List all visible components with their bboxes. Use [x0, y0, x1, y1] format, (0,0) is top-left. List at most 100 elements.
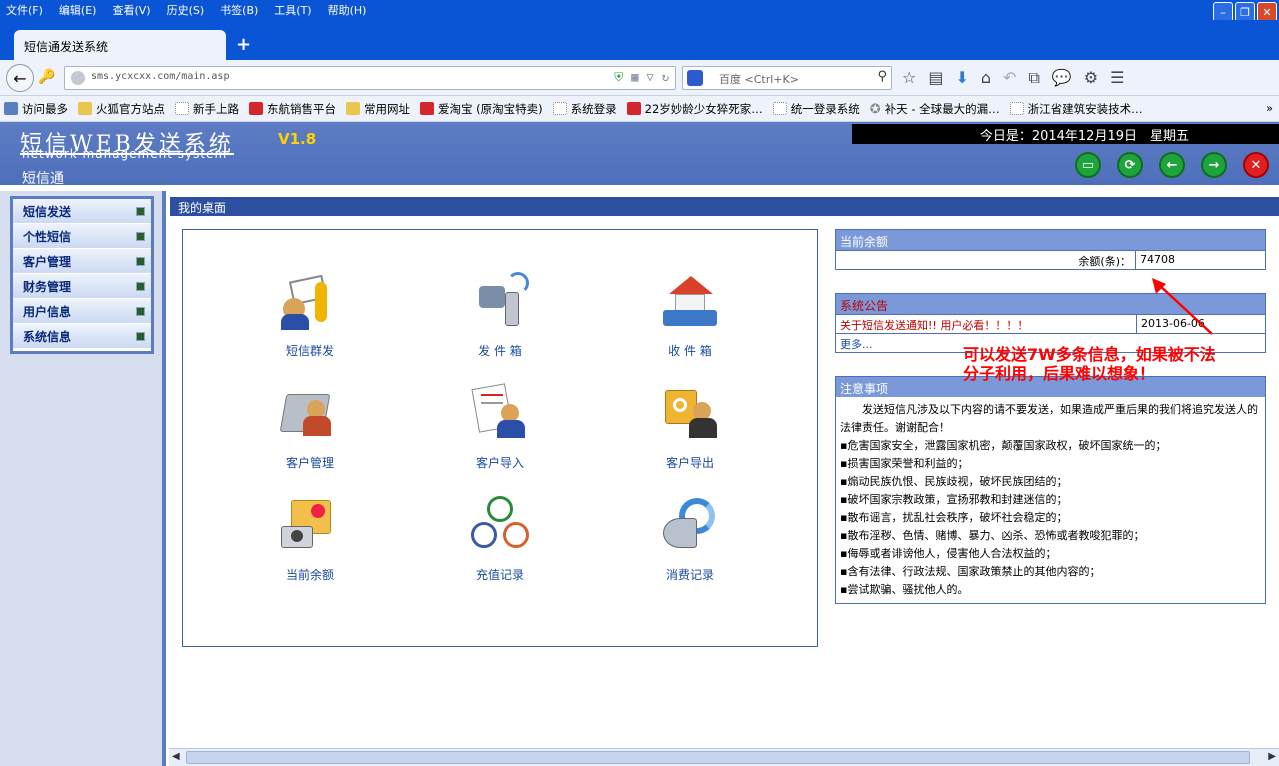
customer-folder-icon[interactable]: [279, 384, 339, 442]
maximize-button[interactable]: ❐: [1235, 2, 1255, 22]
bookmark-item[interactable]: 爱淘宝 (原淘宝特卖): [420, 101, 543, 117]
shield-icon[interactable]: ⛨: [614, 70, 623, 85]
desktop-shortcut-label[interactable]: 收 件 箱: [635, 342, 745, 359]
close-window-button[interactable]: ✕: [1257, 2, 1277, 22]
back-button[interactable]: ←: [6, 64, 34, 92]
notice-link[interactable]: 关于短信发送通知!! 用户必看！！！！: [836, 315, 1137, 333]
arrow-left-icon: ←: [13, 68, 27, 88]
balance-row: 余额(条)： 74708: [836, 250, 1265, 269]
desktop-shortcut[interactable]: 发 件 箱: [445, 272, 555, 359]
balance-value: 74708: [1140, 253, 1175, 266]
menu-view[interactable]: 查看(V): [112, 2, 150, 18]
menu-file[interactable]: 文件(F): [6, 2, 43, 18]
envelope-phone-icon[interactable]: [281, 272, 339, 330]
bookmark-label: 常用网址: [364, 101, 410, 116]
inbox-house-icon[interactable]: [661, 272, 719, 330]
sidebar-item[interactable]: 短信发送: [13, 199, 151, 224]
chat-icon[interactable]: 💬: [1052, 68, 1072, 88]
home-icon[interactable]: ⌂: [981, 68, 991, 88]
desktop-shortcut[interactable]: 消费记录: [635, 496, 745, 583]
more-link[interactable]: 更多...: [836, 334, 877, 352]
bookmark-item[interactable]: 系统登录: [552, 101, 617, 117]
camera-folder-icon[interactable]: [281, 496, 339, 554]
dropdown-icon[interactable]: ▽: [647, 70, 654, 85]
menu-tools[interactable]: 工具(T): [274, 2, 311, 18]
bookmark-item[interactable]: 新手上路: [175, 101, 239, 117]
forward-page-button[interactable]: →: [1201, 152, 1227, 178]
scroll-right-icon[interactable]: ▶: [1268, 751, 1276, 762]
reload-icon[interactable]: ↻: [662, 70, 669, 85]
new-tab-button[interactable]: +: [236, 34, 251, 55]
bookmark-item[interactable]: 常用网址: [346, 101, 410, 117]
menu-help[interactable]: 帮助(H): [328, 2, 367, 18]
sidebar-item[interactable]: 客户管理: [13, 249, 151, 274]
download-icon[interactable]: ⬇: [955, 68, 968, 88]
rule-item: ▪危害国家安全，泄露国家机密，颠覆国家政权，破坏国家统一的；: [840, 439, 1167, 452]
desktop-shortcut[interactable]: 短信群发: [255, 272, 365, 359]
ie-speaker-icon[interactable]: [661, 496, 719, 554]
desktop-shortcut-label[interactable]: 发 件 箱: [445, 342, 555, 359]
baidu-icon[interactable]: [687, 70, 703, 86]
sidebar-item[interactable]: 个性短信: [13, 224, 151, 249]
bookmarks-overflow-button[interactable]: »: [1266, 101, 1273, 115]
rules-intro: 发送短信凡涉及以下内容的请不要发送，如果造成严重后果的我们将追究发送人的法律责任…: [840, 403, 1258, 434]
bookmark-item[interactable]: 东航销售平台: [249, 101, 336, 117]
sidebar-item[interactable]: 财务管理: [13, 274, 151, 299]
scrollbar-thumb[interactable]: [186, 751, 1250, 764]
desktop-shortcut-label[interactable]: 客户导出: [635, 454, 745, 471]
qr-code-icon[interactable]: ▦: [631, 70, 638, 85]
expand-icon: [136, 331, 145, 341]
back-page-button[interactable]: ←: [1159, 152, 1185, 178]
desktop-shortcut[interactable]: 当前余额: [255, 496, 365, 583]
crop-icon[interactable]: ⧉: [1028, 68, 1039, 88]
bookmark-item[interactable]: ✪ 补天 - 全球最大的漏…: [870, 101, 1000, 118]
search-icon[interactable]: ⚲: [877, 69, 887, 84]
hamburger-menu-icon[interactable]: ☰: [1110, 68, 1124, 88]
desktop-shortcut-label[interactable]: 消费记录: [635, 566, 745, 583]
desktop-shortcut[interactable]: 客户导出: [635, 384, 745, 471]
desktop-shortcut-label[interactable]: 客户导入: [445, 454, 555, 471]
bookmark-item[interactable]: 火狐官方站点: [78, 101, 165, 117]
bookmark-item[interactable]: 浙江省建筑安装技术…: [1009, 101, 1143, 117]
customer-export-icon[interactable]: [661, 384, 719, 442]
customer-import-icon[interactable]: [471, 383, 529, 442]
rule-item: ▪损害国家荣誉和利益的；: [840, 457, 969, 470]
balance-panel: 当前余额 余额(条)： 74708: [835, 229, 1266, 270]
desktop-shortcut[interactable]: 收 件 箱: [635, 272, 745, 359]
exit-button[interactable]: ✕: [1243, 152, 1269, 178]
outbox-icon[interactable]: [471, 272, 529, 330]
sidebar-item[interactable]: 系统信息: [13, 324, 151, 349]
menu-history[interactable]: 历史(S): [167, 2, 205, 18]
extension-icon[interactable]: ⚙: [1084, 68, 1098, 88]
rule-item: ▪散布谣言，扰乱社会秩序，破坏社会稳定的；: [840, 511, 1068, 524]
menu-edit[interactable]: 编辑(E): [59, 2, 97, 18]
reader-icon[interactable]: ▤: [928, 68, 943, 88]
refresh-button[interactable]: ⟳: [1117, 152, 1143, 178]
desktop-shortcut[interactable]: 客户管理: [255, 384, 365, 471]
bookmark-item[interactable]: 访问最多: [4, 101, 68, 117]
desktop-shortcut-label[interactable]: 短信群发: [255, 342, 365, 359]
search-bar[interactable]: 百度 <Ctrl+K> ⚲: [682, 66, 892, 90]
key-icon[interactable]: 🔑: [38, 69, 55, 85]
bookmark-item[interactable]: 统一登录系统: [772, 101, 860, 117]
minimize-button[interactable]: –: [1213, 2, 1233, 22]
desktop-shortcut[interactable]: 客户导入: [445, 383, 555, 471]
url-bar[interactable]: sms.ycxcxx.com/main.asp ⛨ ▦ ▽ ↻: [64, 66, 676, 90]
scroll-left-icon[interactable]: ◀: [172, 751, 180, 762]
desktop-shortcut-label[interactable]: 当前余额: [255, 566, 365, 583]
window-icon-button[interactable]: ▭: [1075, 152, 1101, 178]
sidebar-item[interactable]: 用户信息: [13, 299, 151, 324]
bookmark-item[interactable]: 22岁妙龄少女猝死家…: [626, 101, 763, 117]
menu-bookmarks[interactable]: 书签(B): [220, 2, 258, 18]
expand-icon: [136, 231, 145, 241]
url-tools: ⛨ ▦ ▽ ↻: [614, 70, 669, 85]
undo-icon[interactable]: ↶: [1003, 68, 1016, 88]
desktop-shortcut-label[interactable]: 充值记录: [445, 566, 555, 583]
desktop-shortcut[interactable]: 充值记录: [445, 496, 555, 583]
desktop-shortcut-label[interactable]: 客户管理: [255, 454, 365, 471]
horizontal-scrollbar[interactable]: ◀ ▶: [169, 748, 1279, 766]
clocks-icon[interactable]: [471, 496, 529, 554]
tab-sms-system[interactable]: 短信通发送系统: [14, 30, 226, 60]
bookmark-star-icon[interactable]: ☆: [902, 68, 916, 88]
bookmark-icon: [249, 102, 263, 115]
